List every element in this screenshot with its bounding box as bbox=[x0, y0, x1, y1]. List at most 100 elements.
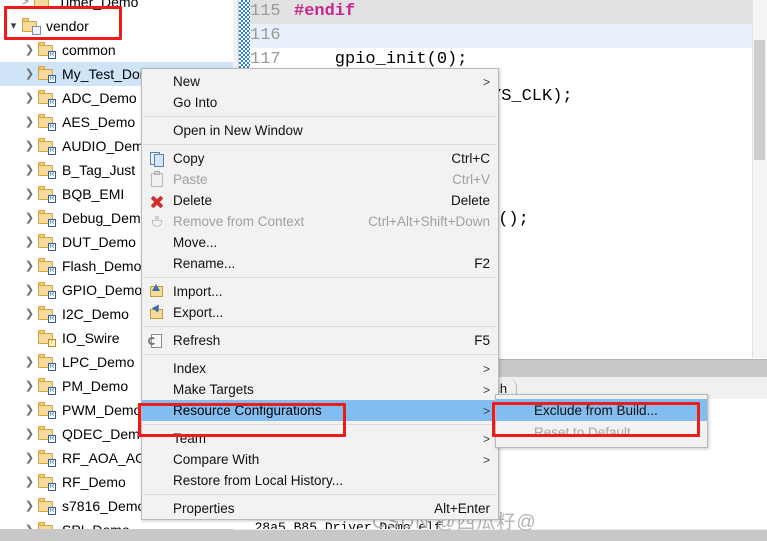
twisty-down-icon[interactable]: ▾ bbox=[6, 20, 21, 32]
tree-item-label: AES_Demo bbox=[62, 114, 136, 130]
menu-item-go-into[interactable]: Go Into bbox=[142, 92, 498, 113]
menu-item-compare-with[interactable]: Compare With > bbox=[142, 449, 498, 470]
resource-configurations-submenu[interactable]: Exclude from Build... Reset to Default..… bbox=[495, 394, 708, 448]
tree-item-label: Timer_Demo bbox=[58, 0, 139, 10]
folder-c-icon: R bbox=[37, 521, 57, 529]
folder-c-icon: R bbox=[37, 113, 57, 131]
menu-separator bbox=[143, 326, 497, 327]
menu-item-properties[interactable]: Properties Alt+Enter bbox=[142, 498, 498, 519]
menu-item-label: Resource Configurations bbox=[173, 403, 322, 418]
folder-c-icon: R bbox=[37, 257, 57, 275]
menu-item-rename[interactable]: Rename... F2 bbox=[142, 253, 498, 274]
menu-item-restore-from-local-history[interactable]: Restore from Local History... bbox=[142, 470, 498, 491]
twisty-right-icon[interactable]: ❯ bbox=[22, 452, 37, 464]
tree-row-vendor[interactable]: ▾ vendor bbox=[0, 14, 233, 38]
menu-item-export[interactable]: Export... bbox=[142, 302, 498, 323]
menu-item-accelerator: Ctrl+Alt+Shift+Down bbox=[368, 214, 490, 229]
menu-item-open-in-new-window[interactable]: Open in New Window bbox=[142, 120, 498, 141]
chevron-right-icon: > bbox=[482, 361, 490, 376]
twisty-icon[interactable]: > bbox=[18, 0, 33, 8]
folder-icon bbox=[33, 0, 53, 11]
twisty-right-icon[interactable]: ❯ bbox=[22, 212, 37, 224]
twisty-right-icon[interactable]: ❯ bbox=[22, 68, 37, 80]
tree-row[interactable]: ❯ R common bbox=[0, 38, 233, 62]
code-line-fragment: YS_CLK); bbox=[491, 85, 573, 109]
menu-item-resource-configurations[interactable]: Resource Configurations > bbox=[142, 400, 498, 421]
menu-icon-placeholder bbox=[145, 94, 173, 112]
menu-icon-placeholder bbox=[145, 255, 173, 273]
tree-row[interactable]: > Timer_Demo bbox=[0, 0, 233, 14]
menu-item-label: Go Into bbox=[173, 95, 218, 110]
bottom-panel-sash[interactable] bbox=[233, 530, 767, 541]
twisty-right-icon[interactable]: ❯ bbox=[22, 188, 37, 200]
menu-icon-placeholder bbox=[145, 402, 173, 420]
folder-warning-icon: ! bbox=[37, 329, 57, 347]
tree-item-label: IO_Swire bbox=[62, 330, 120, 346]
menu-item-label: Make Targets bbox=[173, 382, 254, 397]
tree-item-label: PWM_Demo bbox=[62, 402, 142, 418]
twisty-right-icon[interactable]: ❯ bbox=[22, 44, 37, 56]
twisty-right-icon[interactable]: ❯ bbox=[22, 236, 37, 248]
submenu-item-exclude-from-build[interactable]: Exclude from Build... bbox=[496, 399, 707, 421]
twisty-right-icon[interactable]: ❯ bbox=[22, 404, 37, 416]
tree-item-label: RF_Demo bbox=[62, 474, 126, 490]
menu-item-import[interactable]: Import... bbox=[142, 281, 498, 302]
chevron-right-icon: > bbox=[482, 74, 490, 89]
twisty-right-icon[interactable]: ❯ bbox=[22, 164, 37, 176]
submenu-item-label: Exclude from Build... bbox=[534, 402, 658, 418]
tree-item-label: s7816_Demo bbox=[62, 498, 146, 514]
menu-separator bbox=[143, 494, 497, 495]
tree-item-label: GPIO_Demo bbox=[62, 282, 143, 298]
twisty-right-icon[interactable]: ❯ bbox=[22, 92, 37, 104]
menu-item-index[interactable]: Index > bbox=[142, 358, 498, 379]
code-text: #endif bbox=[294, 2, 356, 21]
menu-item-label: Team bbox=[173, 431, 207, 446]
menu-item-accelerator: Ctrl+V bbox=[452, 172, 490, 187]
line-number: 116 bbox=[250, 26, 281, 45]
menu-item-delete[interactable]: Delete Delete bbox=[142, 190, 498, 211]
twisty-right-icon[interactable]: ❯ bbox=[22, 260, 37, 272]
status-strip bbox=[0, 529, 233, 541]
twisty-right-icon[interactable]: ❯ bbox=[22, 476, 37, 488]
twisty-right-icon[interactable]: ❯ bbox=[22, 284, 37, 296]
menu-item-label: Compare With bbox=[173, 452, 260, 467]
menu-separator bbox=[143, 424, 497, 425]
menu-item-move[interactable]: Move... bbox=[142, 232, 498, 253]
folder-c-icon: R bbox=[37, 449, 57, 467]
chevron-right-icon: > bbox=[482, 382, 490, 397]
folder-c-icon: R bbox=[37, 473, 57, 491]
menu-separator bbox=[143, 354, 497, 355]
remove-context-icon bbox=[145, 213, 173, 231]
menu-item-label: Copy bbox=[173, 151, 205, 166]
code-line: 115 #endif bbox=[250, 0, 753, 24]
menu-item-make-targets[interactable]: Make Targets > bbox=[142, 379, 498, 400]
editor-vertical-scrollbar[interactable] bbox=[752, 0, 767, 358]
menu-item-label: Move... bbox=[173, 235, 218, 250]
menu-item-new[interactable]: New > bbox=[142, 71, 498, 92]
folder-c-icon: R bbox=[37, 185, 57, 203]
line-number: 115 bbox=[250, 2, 281, 21]
menu-icon-placeholder bbox=[145, 430, 173, 448]
twisty-right-icon[interactable]: ❯ bbox=[22, 140, 37, 152]
tree-item-label: PM_Demo bbox=[62, 378, 129, 394]
menu-item-copy[interactable]: Copy Ctrl+C bbox=[142, 148, 498, 169]
menu-item-accelerator: Ctrl+C bbox=[451, 151, 490, 166]
folder-c-icon: R bbox=[37, 233, 57, 251]
context-menu[interactable]: New > Go Into Open in New Window Copy Ct… bbox=[141, 68, 499, 520]
twisty-right-icon[interactable]: ❯ bbox=[22, 308, 37, 320]
menu-icon-placeholder bbox=[145, 234, 173, 252]
twisty-right-icon[interactable]: ❯ bbox=[22, 500, 37, 512]
twisty-right-icon[interactable]: ❯ bbox=[22, 356, 37, 368]
code-line: 116 bbox=[250, 24, 753, 48]
menu-item-team[interactable]: Team > bbox=[142, 428, 498, 449]
tree-item-label: SPI_Demo bbox=[62, 522, 130, 529]
twisty-right-icon[interactable]: ❯ bbox=[22, 428, 37, 440]
folder-c-icon: R bbox=[37, 89, 57, 107]
twisty-right-icon[interactable]: ❯ bbox=[22, 116, 37, 128]
twisty-right-icon[interactable]: ❯ bbox=[22, 380, 37, 392]
scrollbar-thumb[interactable] bbox=[754, 40, 765, 160]
folder-c-icon: R bbox=[37, 161, 57, 179]
menu-item-refresh[interactable]: Refresh F5 bbox=[142, 330, 498, 351]
menu-item-paste: Paste Ctrl+V bbox=[142, 169, 498, 190]
menu-item-accelerator: Delete bbox=[450, 193, 490, 208]
